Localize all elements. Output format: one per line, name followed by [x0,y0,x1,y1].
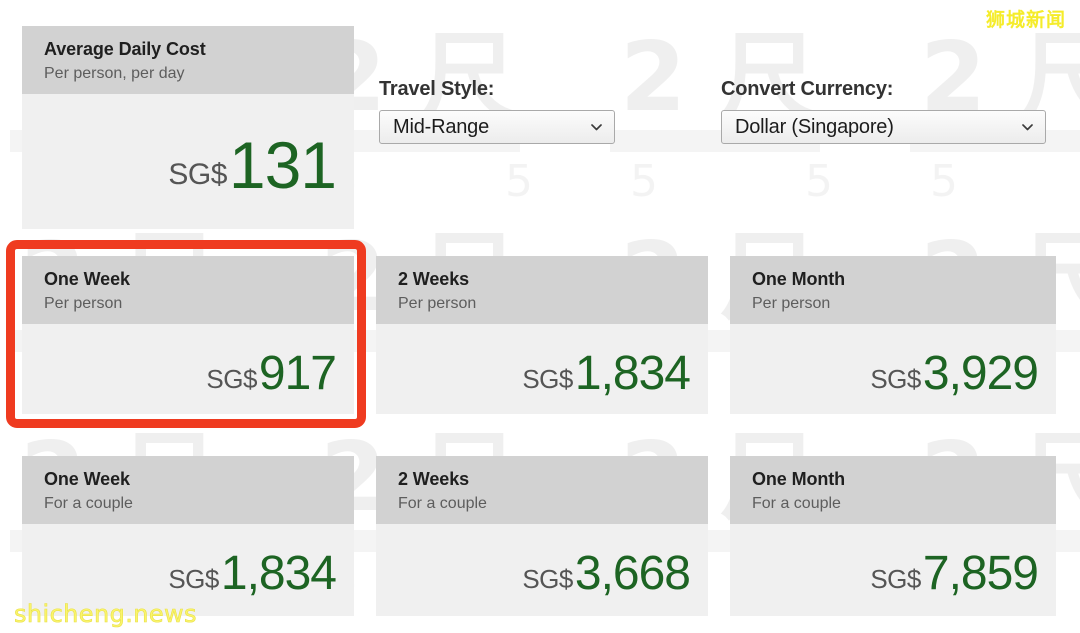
currency-symbol: SG$ [206,363,257,394]
one-month-couple-card: One Month For a couple SG$ 7,859 [730,456,1056,616]
currency-symbol: SG$ [870,363,921,394]
currency-symbol: SG$ [168,563,219,594]
currency-symbol: SG$ [522,363,573,394]
card-header: One Week Per person [22,256,354,324]
card-value-area: SG$ 3,668 [376,524,708,608]
two-weeks-per-person-card: 2 Weeks Per person SG$ 1,834 [376,256,708,414]
card-header: 2 Weeks For a couple [376,456,708,524]
card-subtitle: Per person [44,294,123,312]
travel-style-label: Travel Style: [379,78,495,100]
card-title: One Week [44,269,130,289]
chevron-down-icon [590,121,603,134]
card-header: 2 Weeks Per person [376,256,708,324]
card-value-area: SG$ 131 [22,94,354,212]
currency-symbol: SG$ [522,563,573,594]
cost-amount: 131 [228,127,337,202]
card-title: Average Daily Cost [44,39,206,59]
one-week-couple-card: One Week For a couple SG$ 1,834 [22,456,354,616]
card-header: Average Daily Cost Per person, per day [22,26,354,94]
cost-amount: 1,834 [574,346,691,400]
one-week-per-person-card: One Week Per person SG$ 917 [22,256,354,414]
card-subtitle: Per person, per day [44,64,185,82]
average-daily-cost-card: Average Daily Cost Per person, per day S… [22,26,354,229]
card-title: 2 Weeks [398,469,470,489]
card-value-area: SG$ 1,834 [22,524,354,608]
currency-select[interactable]: Dollar (Singapore) [721,110,1046,144]
card-title: One Week [44,469,130,489]
currency-symbol: SG$ [168,157,227,191]
card-header: One Week For a couple [22,456,354,524]
card-subtitle: Per person [752,294,831,312]
card-subtitle: Per person [398,294,477,312]
card-subtitle: For a couple [752,494,841,512]
top-section: Average Daily Cost Per person, per day S… [0,26,1080,231]
chevron-down-icon [1021,121,1034,134]
convert-currency-label: Convert Currency: [721,78,894,100]
couple-card-row: One Week For a couple SG$ 1,834 2 Weeks … [0,456,1080,616]
cost-amount: 3,668 [574,546,691,600]
card-subtitle: For a couple [44,494,133,512]
currency-value: Dollar (Singapore) [735,115,894,138]
watermark-bottom-left: shicheng.news [14,600,197,629]
cost-amount: 917 [258,346,337,400]
card-title: 2 Weeks [398,269,470,289]
card-subtitle: For a couple [398,494,487,512]
per-person-card-row: One Week Per person SG$ 917 2 Weeks Per … [0,256,1080,414]
card-title: One Month [752,269,846,289]
two-weeks-couple-card: 2 Weeks For a couple SG$ 3,668 [376,456,708,616]
travel-style-select[interactable]: Mid-Range [379,110,615,144]
travel-style-value: Mid-Range [393,115,490,138]
convert-currency-control: Convert Currency: Dollar (Singapore) [721,78,1046,144]
cost-amount: 1,834 [220,546,337,600]
card-value-area: SG$ 1,834 [376,324,708,408]
watermark-top-right: 狮城新闻 [985,9,1066,31]
card-header: One Month For a couple [730,456,1056,524]
one-month-per-person-card: One Month Per person SG$ 3,929 [730,256,1056,414]
cost-amount: 7,859 [922,546,1039,600]
cost-amount: 3,929 [922,346,1039,400]
card-value-area: SG$ 7,859 [730,524,1056,608]
currency-symbol: SG$ [870,563,921,594]
travel-style-control: Travel Style: Mid-Range [379,78,615,144]
card-value-area: SG$ 3,929 [730,324,1056,408]
card-title: One Month [752,469,846,489]
card-header: One Month Per person [730,256,1056,324]
card-value-area: SG$ 917 [22,324,354,408]
